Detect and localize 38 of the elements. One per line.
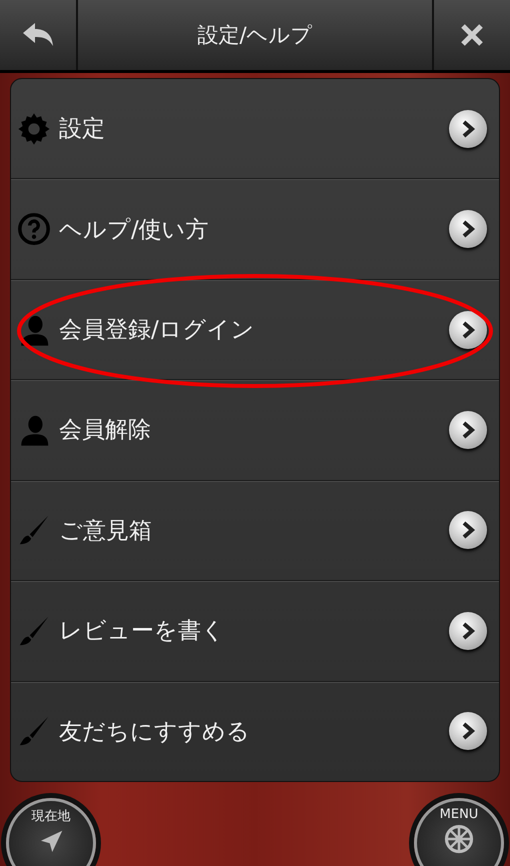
wheel-icon [444,824,474,854]
help-icon [17,212,51,246]
menu-item[interactable]: ご意見箱 [11,480,499,580]
back-button[interactable] [0,0,76,70]
menu-item-label: 友だちにすすめる [59,718,251,747]
menu-label: MENU [440,807,478,822]
menu-item-label: ヘルプ/使い方 [59,216,210,245]
chevron-button[interactable] [449,712,487,750]
chevron-button[interactable] [449,110,487,148]
menu-item[interactable]: ヘルプ/使い方 [11,178,499,279]
menu-item[interactable]: 友だちにすすめる [11,680,499,781]
menu-item-label: 設定 [59,115,106,144]
chevron-button[interactable] [449,410,487,449]
chevron-icon [460,521,476,540]
close-button[interactable] [434,0,510,70]
menu-item[interactable]: 会員解除 [11,379,499,480]
chevron-icon [460,622,476,640]
menu-item-label: 会員解除 [59,416,152,446]
chevron-icon [460,320,476,339]
back-arrow-icon [21,22,55,48]
chevron-button[interactable] [449,210,487,248]
chevron-button[interactable] [449,310,487,349]
menu-item-label: 会員登録/ログイン [59,316,256,346]
location-label: 現在地 [32,808,70,825]
chevron-icon [460,120,476,138]
chevron-button[interactable] [449,612,487,650]
close-icon [460,23,484,47]
chevron-button[interactable] [449,511,487,550]
menu-item[interactable]: レビューを書く [11,580,499,681]
menu-item-label: レビューを書く [59,617,226,646]
chevron-icon [460,722,476,740]
chevron-icon [460,220,476,238]
screen-title: 設定/ヘルプ [78,0,432,70]
menu-item[interactable]: 会員登録/ログイン [11,278,499,380]
menu-item[interactable]: 設定 [11,79,499,178]
gear-icon [17,112,51,146]
chevron-icon [460,420,476,439]
menu-item-label: ご意見箱 [59,516,153,546]
